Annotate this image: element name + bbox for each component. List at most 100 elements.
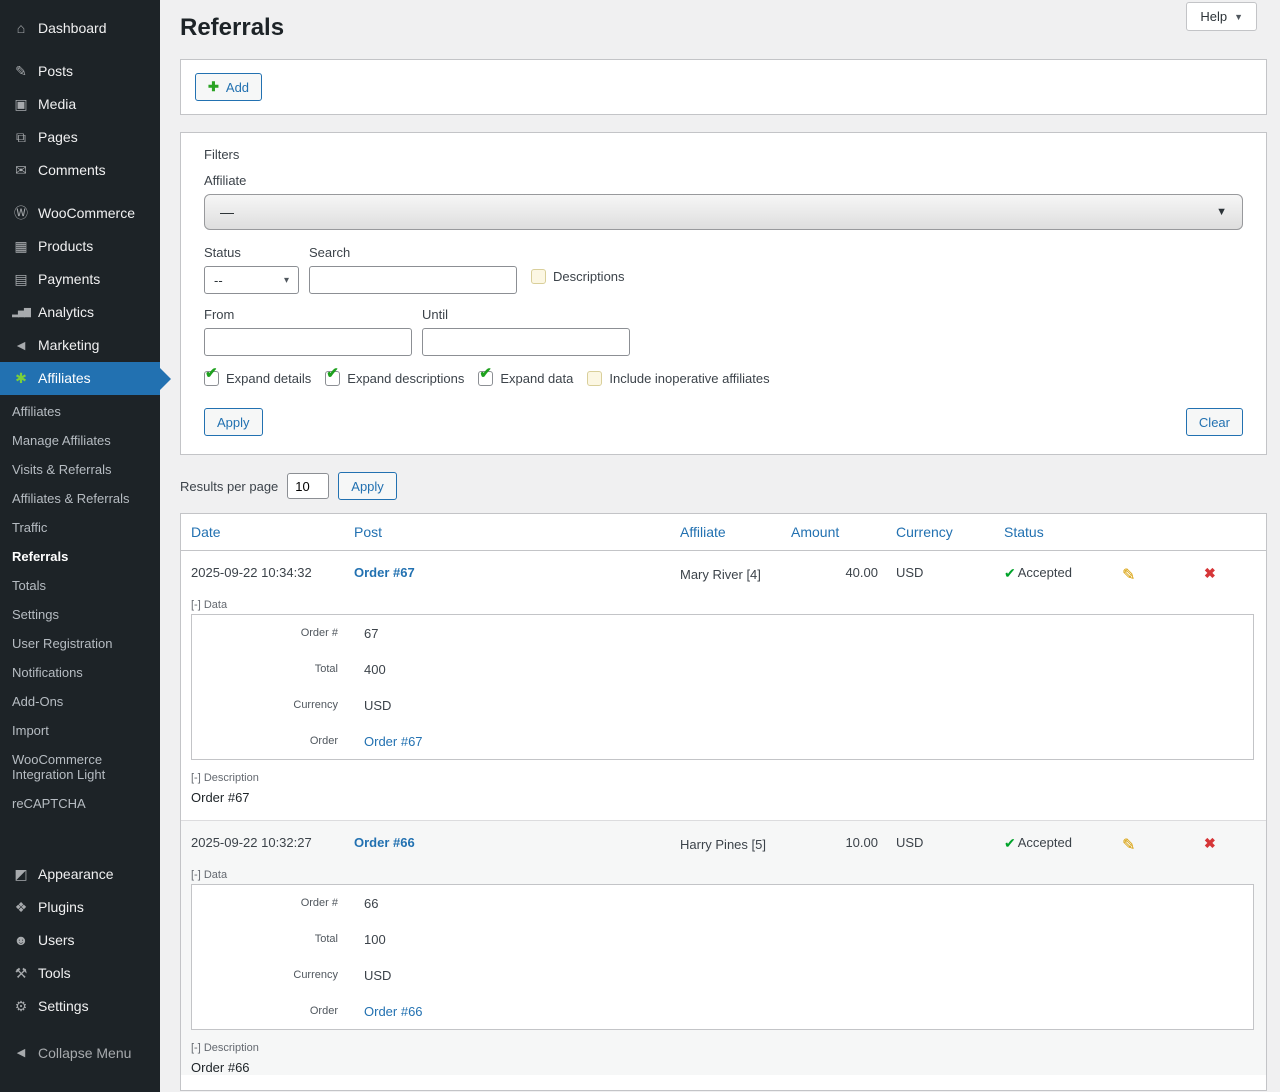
sidebar-subitem-woocommerce-integration-light[interactable]: WooCommerce Integration Light: [0, 745, 160, 789]
include-inoperative-checkbox[interactable]: [587, 371, 603, 386]
collapse-menu-label: Collapse Menu: [38, 1045, 132, 1061]
delete-referral-icon[interactable]: ✖: [1204, 835, 1266, 852]
column-header-amount[interactable]: Amount: [791, 524, 896, 540]
plugins-icon: ❖: [14, 899, 28, 915]
sidebar-subitem-traffic[interactable]: Traffic: [0, 513, 160, 542]
expand-descriptions-checkbox[interactable]: ✔: [325, 366, 341, 386]
sidebar-item-label: Tools: [38, 965, 71, 981]
results-per-page-input[interactable]: [287, 473, 330, 499]
date-range-row: From Until: [204, 307, 1243, 356]
data-field-row: Order Order #66: [192, 993, 1253, 1029]
referral-date: 2025-09-22 10:32:27: [191, 835, 312, 851]
payments-icon: ▤: [14, 271, 28, 287]
expand-options-row: ✔ Expand details ✔ Expand descriptions ✔…: [204, 366, 1243, 386]
clear-filters-button[interactable]: Clear: [1185, 408, 1243, 436]
sidebar-item-plugins[interactable]: ❖ Plugins: [0, 891, 160, 924]
sidebar-item-marketing[interactable]: ◄ Marketing: [0, 329, 160, 362]
column-header-post[interactable]: Post: [354, 524, 680, 540]
column-header-affiliate[interactable]: Affiliate: [680, 524, 791, 540]
expand-data-checkbox[interactable]: ✔: [478, 366, 494, 386]
sidebar-subitem-totals[interactable]: Totals: [0, 571, 160, 600]
sidebar-subitem-add-ons[interactable]: Add-Ons: [0, 687, 160, 716]
from-label: From: [204, 307, 235, 322]
referral-post-link[interactable]: Order #66: [354, 835, 680, 850]
sidebar-subitem-import[interactable]: Import: [0, 716, 160, 745]
column-header-currency[interactable]: Currency: [896, 524, 1004, 540]
sidebar-item-users[interactable]: ☻ Users: [0, 924, 160, 957]
description-collapse-toggle[interactable]: [-] Description: [191, 772, 1266, 784]
delete-referral-icon[interactable]: ✖: [1204, 565, 1266, 582]
table-row: 2025-09-22 10:32:27 Order #66 Harry Pine…: [181, 820, 1266, 1076]
order-link[interactable]: Order #66: [364, 1004, 1253, 1019]
include-inoperative-label: Include inoperative affiliates: [609, 371, 770, 386]
add-button[interactable]: ✚ Add: [195, 73, 263, 101]
referral-data-box: Order # 66 Total 100 Currency USD Order …: [191, 884, 1254, 1031]
status-select[interactable]: -- ▾: [204, 266, 299, 294]
affiliates-icon: ✱: [15, 370, 27, 386]
sidebar-item-appearance[interactable]: ◩ Appearance: [0, 858, 160, 891]
sidebar-subitem-manage-affiliates[interactable]: Manage Affiliates: [0, 426, 160, 455]
order-link[interactable]: Order #67: [364, 734, 1253, 749]
sidebar-subitem-settings[interactable]: Settings: [0, 600, 160, 629]
data-collapse-toggle[interactable]: [-] Data: [191, 599, 1266, 611]
help-button[interactable]: Help ▼: [1186, 2, 1257, 31]
data-field-value: 66: [364, 895, 379, 911]
referral-post-link[interactable]: Order #67: [354, 565, 680, 580]
descriptions-checkbox[interactable]: [531, 269, 546, 284]
sidebar-item-affiliates[interactable]: ✱ Affiliates: [0, 362, 160, 395]
sidebar-item-dashboard[interactable]: ⌂ Dashboard: [0, 12, 160, 45]
data-field-row: Total 400: [192, 651, 1253, 687]
data-collapse-toggle[interactable]: [-] Data: [191, 869, 1266, 881]
dashboard-icon: ⌂: [16, 20, 26, 36]
dropdown-arrow-icon: ▼: [1216, 206, 1227, 218]
accepted-check-icon: ✔: [1004, 565, 1016, 581]
description-collapse-toggle[interactable]: [-] Description: [191, 1042, 1266, 1054]
apply-per-page-button[interactable]: Apply: [338, 472, 397, 500]
search-input[interactable]: [309, 266, 517, 294]
sidebar-subitem-recaptcha[interactable]: reCAPTCHA: [0, 789, 160, 818]
sidebar-item-posts[interactable]: ✎ Posts: [0, 55, 160, 88]
descriptions-checkbox-group: Descriptions: [531, 269, 625, 284]
expand-descriptions-group: ✔ Expand descriptions: [325, 366, 464, 386]
data-field-row: Order # 67: [192, 615, 1253, 651]
sidebar-item-label: Analytics: [38, 304, 95, 320]
from-input[interactable]: [204, 328, 412, 356]
apply-filters-button[interactable]: Apply: [204, 408, 263, 436]
status-select-value: --: [214, 272, 223, 288]
woocommerce-icon: Ⓦ: [14, 205, 28, 221]
collapse-menu-button[interactable]: ◀ Collapse Menu: [0, 1037, 160, 1070]
column-header-status[interactable]: Status: [1004, 524, 1122, 540]
sidebar-subitem-visits-referrals[interactable]: Visits & Referrals: [0, 455, 160, 484]
data-field-value: 100: [364, 931, 386, 947]
sidebar-item-payments[interactable]: ▤ Payments: [0, 263, 160, 296]
expand-details-checkbox[interactable]: ✔: [204, 366, 219, 386]
referral-amount: 10.00: [845, 835, 878, 851]
referral-row-main: 2025-09-22 10:34:32 Order #67 Mary River…: [181, 551, 1266, 589]
sidebar-item-label: Plugins: [38, 899, 84, 915]
referral-status: ✔ Accepted: [1004, 565, 1122, 582]
sidebar-item-tools[interactable]: ⚒ Tools: [0, 957, 160, 990]
affiliate-select[interactable]: — ▼: [204, 194, 1243, 230]
edit-referral-icon[interactable]: ✎: [1122, 565, 1204, 585]
sidebar-subitem-affiliates[interactable]: Affiliates: [0, 397, 160, 426]
column-header-date[interactable]: Date: [191, 524, 354, 540]
edit-referral-icon[interactable]: ✎: [1122, 835, 1204, 855]
referral-description: Order #66: [191, 1060, 250, 1076]
referrals-table: Date Post Affiliate Amount Currency Stat…: [180, 513, 1267, 1092]
until-input[interactable]: [422, 328, 630, 356]
sidebar-item-woocommerce[interactable]: Ⓦ WooCommerce: [0, 197, 160, 230]
sidebar-subitem-referrals[interactable]: Referrals: [0, 542, 160, 571]
sidebar-item-products[interactable]: ▦ Products: [0, 230, 160, 263]
sidebar-subitem-user-registration[interactable]: User Registration: [0, 629, 160, 658]
data-field-row: Order Order #67: [192, 723, 1253, 759]
sidebar-item-label: Pages: [38, 129, 78, 145]
sidebar-subitem-affiliates-referrals[interactable]: Affiliates & Referrals: [0, 484, 160, 513]
sidebar-item-analytics[interactable]: ▂▅▇ Analytics: [0, 296, 160, 329]
sidebar-item-pages[interactable]: ⧉ Pages: [0, 121, 160, 154]
add-button-label: Add: [225, 79, 250, 95]
sidebar-item-comments[interactable]: ✉ Comments: [0, 154, 160, 187]
sidebar-subitem-notifications[interactable]: Notifications: [0, 658, 160, 687]
sidebar-item-settings[interactable]: ⚙ Settings: [0, 990, 160, 1023]
referral-currency: USD: [896, 565, 924, 580]
sidebar-item-media[interactable]: ▣ Media: [0, 88, 160, 121]
